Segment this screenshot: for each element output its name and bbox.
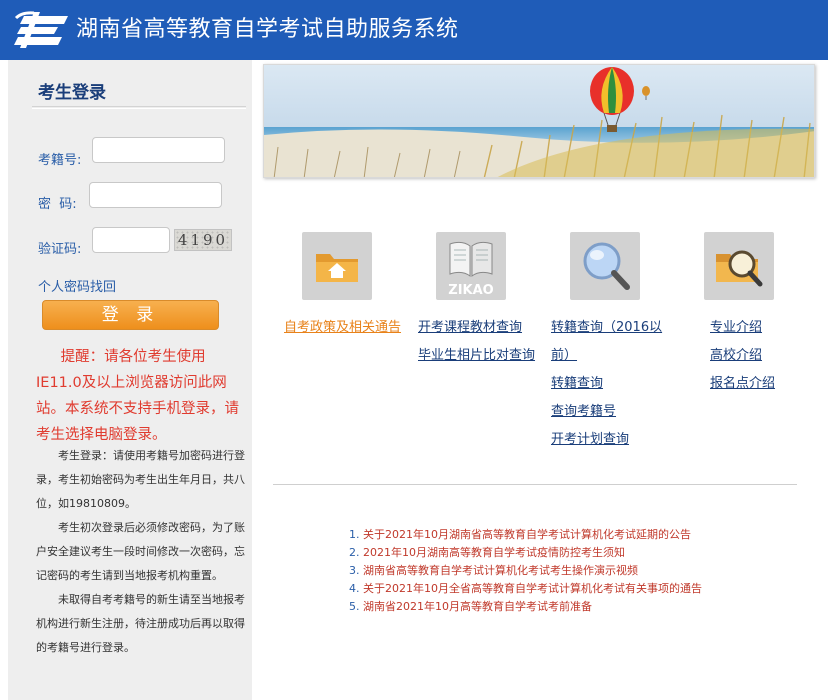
captcha-text: 4190 bbox=[177, 231, 229, 249]
note-new-student: 未取得自考考籍号的新生请至当地报考机构进行新生注册，待注册成功后再以取得的考籍号… bbox=[36, 593, 245, 654]
transfer-before-2016-link[interactable]: 转籍查询（2016以 bbox=[551, 314, 662, 342]
news-link[interactable]: 关于2021年10月湖南省高等教育自学考试计算机化考试延期的公告 bbox=[363, 528, 691, 541]
policy-tile[interactable] bbox=[302, 232, 372, 300]
login-sidebar: 考生登录 考籍号: 密 码: 验证码: 4190 个人密码找回 登 录 提醒：请… bbox=[8, 60, 252, 700]
login-section-title: 考生登录 bbox=[38, 83, 106, 103]
exam-id-input[interactable] bbox=[92, 137, 225, 163]
transfer-before-2016-link-cont[interactable]: 前） bbox=[551, 342, 662, 370]
browser-warning: 提醒：请各位考生使用IE11.0及以上浏览器访问此网站。本系统不支持手机登录，请… bbox=[36, 349, 239, 443]
password-input[interactable] bbox=[89, 182, 222, 208]
graduate-photo-link[interactable]: 毕业生相片比对查询 bbox=[418, 342, 535, 370]
note-change-password: 考生初次登录后必须修改密码，为了账户安全建议考生一段时间修改一次密码，忘记密码的… bbox=[36, 521, 245, 582]
magnifier-icon bbox=[583, 242, 630, 290]
news-list: 1. 关于2021年10月湖南省高等教育自学考试计算机化考试延期的公告 2. 202… bbox=[349, 526, 819, 616]
exam-id-label: 考籍号: bbox=[38, 153, 82, 168]
news-item: 4. 关于2021年10月全省高等教育自学考试计算机化考试有关事项的通告 bbox=[349, 582, 702, 595]
captcha-label: 验证码: bbox=[38, 242, 82, 257]
transfer-tile[interactable] bbox=[570, 232, 640, 300]
content-divider bbox=[273, 484, 797, 485]
section-divider-highlight bbox=[32, 108, 246, 109]
registration-site-link[interactable]: 报名点介绍 bbox=[710, 370, 775, 398]
site-title: 湖南省高等教育自学考试自助服务系统 bbox=[76, 17, 459, 42]
policy-link[interactable]: 自考政策及相关通告 bbox=[284, 314, 401, 342]
folder-home-icon bbox=[316, 254, 358, 282]
banner-image bbox=[263, 64, 815, 178]
news-link[interactable]: 2021年10月湖南高等教育自学考试疫情防控考生须知 bbox=[363, 546, 625, 559]
note-login: 考生登录：请使用考籍号加密码进行登录，考生初始密码为考生出生年月日，共八位，如1… bbox=[36, 449, 245, 510]
login-button[interactable]: 登 录 bbox=[42, 300, 219, 330]
menu-column-courses: 开考课程教材查询 毕业生相片比对查询 bbox=[418, 314, 535, 370]
college-intro-link[interactable]: 高校介绍 bbox=[710, 342, 775, 370]
exam-id-query-link[interactable]: 查询考籍号 bbox=[551, 398, 662, 426]
menu-column-policy: 自考政策及相关通告 bbox=[284, 314, 401, 342]
captcha-image[interactable]: 4190 bbox=[174, 229, 232, 251]
banner-scenery bbox=[264, 65, 814, 177]
news-item: 3. 湖南省高等教育自学考试计算机化考试考生操作演示视频 bbox=[349, 564, 638, 577]
major-intro-link[interactable]: 专业介绍 bbox=[710, 314, 775, 342]
captcha-input[interactable] bbox=[92, 227, 170, 253]
forgot-password-link[interactable]: 个人密码找回 bbox=[38, 276, 116, 295]
news-link[interactable]: 关于2021年10月全省高等教育自学考试计算机化考试有关事项的通告 bbox=[363, 582, 702, 595]
news-link[interactable]: 湖南省2021年10月高等教育自学考试考前准备 bbox=[363, 600, 592, 613]
site-header: 湖南省高等教育自学考试自助服务系统 bbox=[0, 0, 828, 60]
menu-column-majors: 专业介绍 高校介绍 报名点介绍 bbox=[710, 314, 775, 398]
news-item: 5. 湖南省2021年10月高等教育自学考试考前准备 bbox=[349, 600, 592, 613]
section-divider bbox=[32, 106, 246, 107]
news-link[interactable]: 湖南省高等教育自学考试计算机化考试考生操作演示视频 bbox=[363, 564, 638, 577]
site-logo-icon bbox=[14, 11, 68, 48]
transfer-query-link[interactable]: 转籍查询 bbox=[551, 370, 662, 398]
menu-column-transfer: 转籍查询（2016以 前） 转籍查询 查询考籍号 开考计划查询 bbox=[551, 314, 662, 454]
password-label: 密 码: bbox=[38, 197, 77, 212]
news-item: 2. 2021年10月湖南高等教育自学考试疫情防控考生须知 bbox=[349, 546, 625, 559]
courses-tile[interactable]: ZIKAO bbox=[436, 232, 506, 300]
news-item: 1. 关于2021年10月湖南省高等教育自学考试计算机化考试延期的公告 bbox=[349, 528, 691, 541]
login-notes: 考生登录：请使用考籍号加密码进行登录，考生初始密码为考生出生年月日，共八位，如1… bbox=[36, 444, 246, 660]
exam-plan-link[interactable]: 开考计划查询 bbox=[551, 426, 662, 454]
major-tile[interactable] bbox=[704, 232, 774, 300]
zikao-text: ZIKAO bbox=[448, 283, 493, 298]
book-zikao-icon: ZIKAO bbox=[448, 241, 494, 298]
folder-search-icon bbox=[716, 250, 763, 287]
course-material-link[interactable]: 开考课程教材查询 bbox=[418, 314, 535, 342]
